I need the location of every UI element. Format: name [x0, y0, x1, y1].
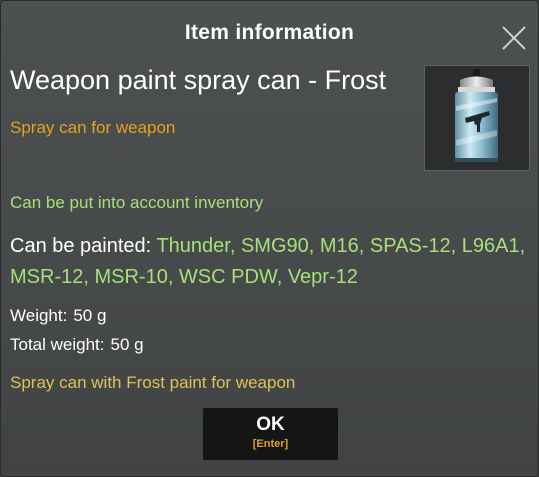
item-name: Weapon paint spray can - Frost: [10, 65, 387, 95]
paintable-label: Can be painted:: [10, 235, 152, 257]
ok-button-hotkey: [Enter]: [252, 438, 289, 450]
total-weight-label: Total weight:: [10, 335, 105, 354]
item-information-dialog: Item information Weapon paint spray can …: [0, 0, 539, 477]
weight-value: 50 g: [73, 306, 107, 325]
item-thumbnail: [424, 65, 530, 171]
weight-label: Weight:: [10, 306, 68, 325]
ok-button[interactable]: OK [Enter]: [203, 408, 338, 460]
spray-can-frost-icon: [455, 69, 498, 162]
total-weight-row: Total weight: 50 g: [10, 335, 144, 355]
account-inventory-note: Can be put into account inventory: [10, 193, 264, 212]
dialog-title: Item information: [184, 21, 355, 44]
item-type: Spray can for weapon: [10, 118, 176, 137]
paintable-weapons: Can be painted: Thunder, SMG90, M16, SPA…: [10, 231, 530, 293]
item-description: Spray can with Frost paint for weapon: [10, 373, 296, 392]
close-icon[interactable]: [499, 23, 529, 53]
total-weight-value: 50 g: [110, 335, 144, 354]
weight-row: Weight: 50 g: [10, 306, 106, 326]
ok-button-label: OK: [256, 414, 285, 435]
